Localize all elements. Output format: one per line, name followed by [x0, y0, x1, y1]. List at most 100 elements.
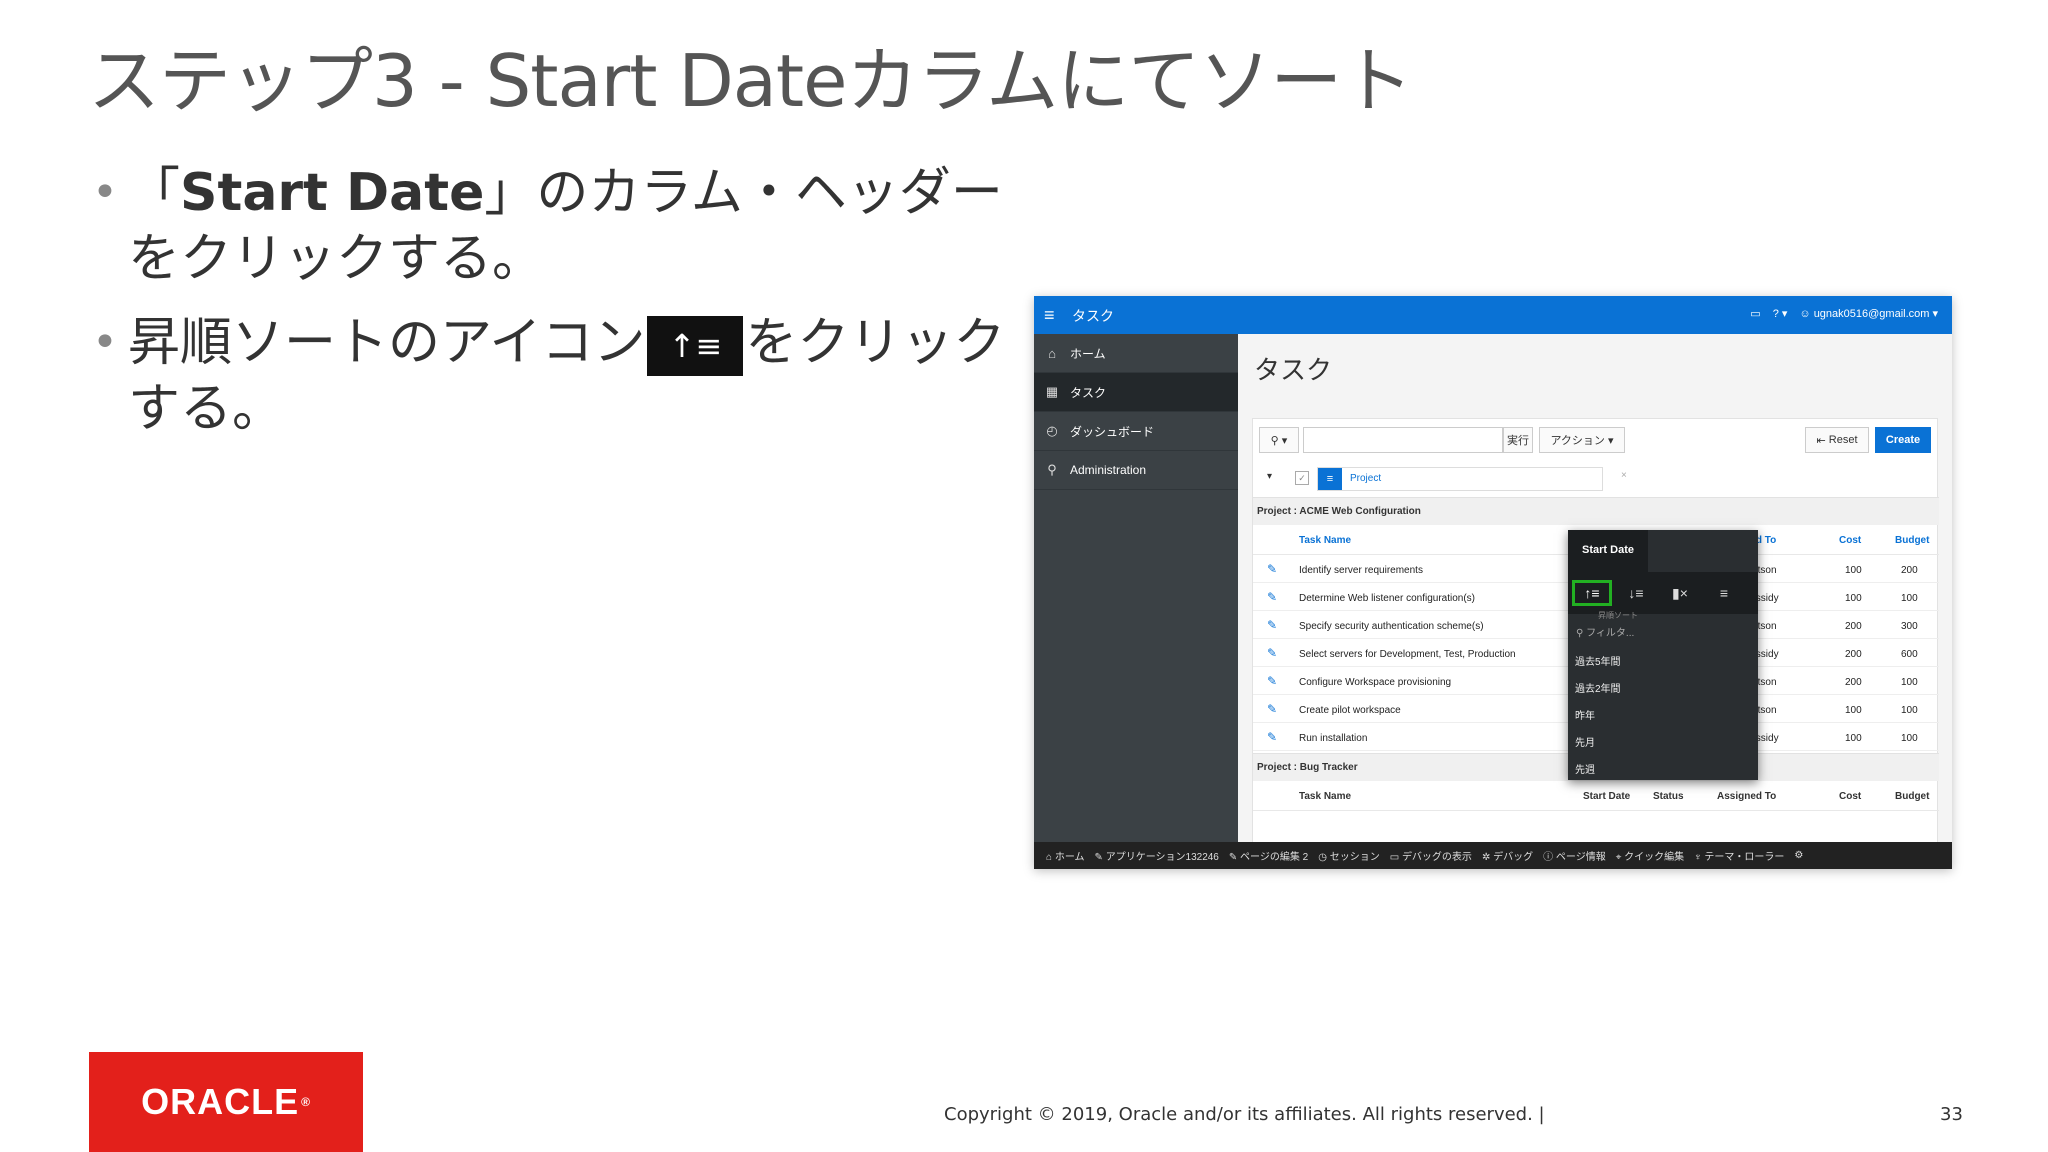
devbar-quick-edit[interactable]: ⌖ クイック編集 — [1616, 848, 1684, 863]
edit-icon[interactable]: ✎ — [1267, 674, 1277, 688]
logo-text: ORACLE — [141, 1081, 300, 1122]
filter-option[interactable]: 先週 — [1575, 761, 1595, 776]
hamburger-menu-icon[interactable]: ≡ — [1044, 305, 1055, 326]
sort-ascending-icon: ↑≡ — [647, 316, 744, 376]
sort-ascending-icon[interactable]: ↑≡ — [1572, 580, 1612, 606]
oracle-logo: ORACLE ® — [89, 1052, 363, 1152]
popup-filter-input[interactable]: ⚲ フィルタ... — [1568, 618, 1758, 646]
devbar-application[interactable]: ✎ アプリケーション132246 — [1095, 848, 1219, 863]
sidebar-item-dashboard[interactable]: ◴ ダッシュボード — [1034, 412, 1238, 451]
control-break-icon: ≡ — [1318, 468, 1342, 490]
devbar-theme-roller[interactable]: ♆ テーマ・ローラー — [1694, 848, 1784, 863]
devbar-label: テーマ・ローラー — [1704, 852, 1785, 863]
filter-option[interactable]: 過去5年間 — [1575, 653, 1621, 668]
search-column-button[interactable]: ⚲ ▾ — [1259, 427, 1299, 453]
bullet-1-bold: Start Date — [180, 163, 485, 223]
chat-icon[interactable]: ▭ — [1750, 307, 1760, 320]
sort-descending-icon[interactable]: ↓≡ — [1616, 580, 1656, 606]
go-button[interactable]: 実行 — [1503, 427, 1533, 453]
edit-icon[interactable]: ✎ — [1267, 730, 1277, 744]
filter-option[interactable]: 過去2年間 — [1575, 680, 1621, 695]
devbar-label: デバッグの表示 — [1401, 852, 1472, 863]
column-header-cost[interactable]: Cost — [1839, 791, 1861, 802]
cost-cell: 100 — [1845, 705, 1862, 716]
reset-button[interactable]: ⇤ Reset — [1805, 427, 1869, 453]
cost-cell: 100 — [1845, 733, 1862, 744]
user-menu[interactable]: ☺ ugnak0516@gmail.com ▾ — [1799, 307, 1938, 320]
column-header-start-date[interactable]: Start Date — [1583, 791, 1630, 802]
column-header-task-name[interactable]: Task Name — [1299, 791, 1351, 802]
cost-cell: 200 — [1845, 677, 1862, 688]
filter-option[interactable]: 昨年 — [1575, 707, 1595, 722]
bullet-1: • 「Start Date」のカラム・ヘッダーをクリックする。 — [92, 160, 1012, 292]
remove-filter-icon[interactable]: × — [1621, 470, 1627, 481]
edit-icon[interactable]: ✎ — [1267, 646, 1277, 660]
devbar-label: ページ情報 — [1555, 852, 1606, 863]
copyright-notice: Copyright © 2019, Oracle and/or its affi… — [944, 1104, 1545, 1125]
control-break-filter[interactable]: ≡ Project — [1317, 467, 1603, 491]
sidebar-item-label: ホーム — [1070, 346, 1106, 361]
filter-checkbox[interactable]: ✓ — [1295, 471, 1309, 485]
column-header-row: Task Name Start Date Status Assigned To … — [1253, 781, 1939, 811]
group-header: Project : ACME Web Configuration — [1253, 497, 1939, 525]
filter-option[interactable]: 先月 — [1575, 734, 1595, 749]
task-name-cell: Configure Workspace provisioning — [1299, 677, 1452, 688]
bullet-dot: • — [92, 167, 118, 218]
column-header-budget[interactable]: Budget — [1895, 535, 1929, 546]
report-toolbar: ⚲ ▾ 実行 アクション ▾ ⇤ Reset Create — [1253, 419, 1939, 461]
help-icon[interactable]: ? ▾ — [1773, 307, 1788, 320]
hide-column-icon[interactable]: ▮× — [1660, 580, 1700, 606]
column-header-popup: Start Date ↑≡ ↓≡ ▮× ≡ 昇順ソート ⚲ フィルタ... 過去… — [1568, 530, 1758, 780]
filter-label: Project — [1350, 473, 1382, 484]
cost-cell: 100 — [1845, 565, 1862, 576]
sidebar-item-tasks[interactable]: ▦ タスク — [1034, 373, 1238, 412]
column-header-assigned-to[interactable]: Assigned To — [1717, 791, 1776, 802]
devbar-settings-icon[interactable]: ⚙ — [1794, 850, 1803, 861]
edit-icon[interactable]: ✎ — [1267, 618, 1277, 632]
header-right: ▭ ? ▾ ☺ ugnak0516@gmail.com ▾ — [1750, 307, 1938, 320]
search-input[interactable] — [1303, 427, 1503, 453]
actions-menu[interactable]: アクション ▾ — [1539, 427, 1625, 453]
cost-cell: 100 — [1845, 593, 1862, 604]
slide: ステップ3 - Start Dateカラムにてソート • 「Start Date… — [0, 0, 2048, 1152]
home-icon: ⌂ — [1048, 345, 1056, 361]
budget-cell: 600 — [1901, 649, 1918, 660]
sidebar-item-administration[interactable]: ⚲ Administration — [1034, 451, 1238, 490]
edit-icon[interactable]: ✎ — [1267, 590, 1277, 604]
bullet-2: • 昇順ソートのアイコン ↑≡ をクリックする。 — [92, 310, 1012, 442]
devbar-label: アプリケーション132246 — [1105, 852, 1219, 863]
budget-cell: 100 — [1901, 593, 1918, 604]
devbar-debug[interactable]: ✲ デバッグ — [1482, 848, 1533, 863]
column-header-status[interactable]: Status — [1653, 791, 1684, 802]
collapse-icon[interactable]: ▾ — [1267, 471, 1272, 482]
sidebar-item-home[interactable]: ⌂ ホーム — [1034, 334, 1238, 373]
devbar-view-debug[interactable]: ▭ デバッグの表示 — [1390, 848, 1472, 863]
control-break-icon[interactable]: ≡ — [1704, 580, 1744, 606]
edit-icon[interactable]: ✎ — [1267, 702, 1277, 716]
column-header-cost[interactable]: Cost — [1839, 535, 1861, 546]
devbar-session[interactable]: ◷ セッション — [1318, 848, 1380, 863]
cost-cell: 200 — [1845, 649, 1862, 660]
edit-icon[interactable]: ✎ — [1267, 562, 1277, 576]
column-header-task-name[interactable]: Task Name — [1299, 535, 1351, 546]
sidebar-item-label: ダッシュボード — [1070, 424, 1155, 439]
budget-cell: 100 — [1901, 677, 1918, 688]
devbar-home[interactable]: ⌂ ホーム — [1046, 848, 1085, 863]
admin-icon: ⚲ — [1047, 462, 1057, 477]
column-header-budget[interactable]: Budget — [1895, 791, 1929, 802]
app-header: ≡ タスク ▭ ? ▾ ☺ ugnak0516@gmail.com ▾ — [1034, 296, 1952, 334]
budget-cell: 200 — [1901, 565, 1918, 576]
task-name-cell: Create pilot workspace — [1299, 705, 1401, 716]
devbar-label: ホーム — [1054, 852, 1085, 863]
bullet-1-pre: 「 — [128, 163, 181, 223]
sidebar: ⌂ ホーム ▦ タスク ◴ ダッシュボード ⚲ Administration — [1034, 334, 1238, 869]
devbar-edit-page[interactable]: ✎ ページの編集 2 — [1229, 848, 1308, 863]
reset-label: Reset — [1828, 434, 1858, 446]
devbar-label: セッション — [1329, 852, 1380, 863]
app-name: タスク — [1072, 308, 1114, 324]
create-button[interactable]: Create — [1875, 427, 1931, 453]
page-number: 33 — [1940, 1104, 1963, 1125]
dashboard-icon: ◴ — [1046, 423, 1058, 438]
task-name-cell: Determine Web listener configuration(s) — [1299, 593, 1476, 604]
devbar-page-info[interactable]: ⓘ ページ情報 — [1543, 848, 1606, 863]
